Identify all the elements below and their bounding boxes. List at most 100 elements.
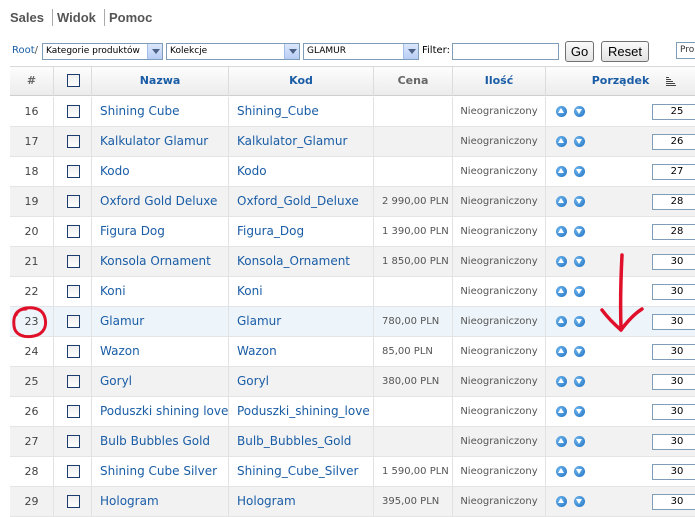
order-input[interactable]: 30 (652, 284, 695, 300)
order-input[interactable]: 26 (652, 134, 695, 150)
product-name-link[interactable]: Poduszki shining love (92, 397, 229, 426)
table-row[interactable]: 17 Kalkulator Glamur Kalkulator_Glamur Nieo… (10, 127, 695, 157)
product-name-link[interactable]: Oxford Gold Deluxe (92, 187, 229, 216)
order-input[interactable]: 27 (652, 164, 695, 180)
order-input[interactable]: 28 (652, 194, 695, 210)
product-name-link[interactable]: Bulb Bubbles Gold (92, 427, 229, 456)
table-row[interactable]: 21 Konsola Ornament Konsola_Ornament 1 850,… (10, 247, 695, 277)
filter-input[interactable] (452, 43, 559, 60)
product-code-link[interactable]: Goryl (229, 367, 374, 396)
row-checkbox[interactable] (67, 105, 80, 118)
select-all-checkbox[interactable] (67, 74, 80, 87)
product-name-link[interactable]: Koni (92, 277, 229, 306)
row-checkbox[interactable] (67, 225, 80, 238)
product-name-link[interactable]: Figura Dog (92, 217, 229, 246)
product-name-link[interactable]: Glamur (92, 307, 229, 336)
table-row[interactable]: 23 Glamur Glamur 780,00 PLN Nieograniczony 30 (10, 307, 695, 337)
product-code-link[interactable]: Glamur (229, 307, 374, 336)
chevron-down-icon[interactable] (403, 44, 418, 59)
arrow-up-circle-icon[interactable] (556, 226, 567, 237)
product-name-link[interactable]: Hologram (92, 487, 229, 516)
arrow-up-circle-icon[interactable] (556, 106, 567, 117)
header-quantity[interactable]: Ilość (453, 67, 546, 96)
table-row[interactable]: 24 Wazon Wazon 85,00 PLN Nieograniczony 30 (10, 337, 695, 367)
menu-pomoc[interactable]: Pomoc (109, 10, 152, 25)
order-input[interactable]: 30 (652, 314, 695, 330)
order-input[interactable]: 25 (652, 104, 695, 120)
product-name-link[interactable]: Kodo (92, 157, 229, 186)
product-code-link[interactable]: Hologram (229, 487, 374, 516)
table-row[interactable]: 20 Figura Dog Figura_Dog 1 390,00 PLN Nieogr… (10, 217, 695, 247)
arrow-up-circle-icon[interactable] (556, 466, 567, 477)
product-code-link[interactable]: Figura_Dog (229, 217, 374, 246)
row-checkbox[interactable] (67, 195, 80, 208)
row-checkbox[interactable] (67, 315, 80, 328)
arrow-down-circle-icon[interactable] (574, 166, 585, 177)
arrow-down-circle-icon[interactable] (574, 376, 585, 387)
header-code[interactable]: Kod (229, 67, 374, 96)
product-code-link[interactable]: Bulb_Bubbles_Gold (229, 427, 374, 456)
product-code-link[interactable]: Kalkulator_Glamur (229, 127, 374, 156)
root-breadcrumb[interactable]: Root/ (12, 45, 38, 56)
header-name[interactable]: Nazwa (92, 67, 229, 96)
go-button[interactable]: Go (565, 41, 594, 62)
arrow-down-circle-icon[interactable] (574, 286, 585, 297)
product-name-link[interactable]: Kalkulator Glamur (92, 127, 229, 156)
row-checkbox[interactable] (67, 495, 80, 508)
arrow-up-circle-icon[interactable] (556, 136, 567, 147)
arrow-up-circle-icon[interactable] (556, 406, 567, 417)
sort-lines-icon[interactable] (666, 77, 676, 86)
order-input[interactable]: 30 (652, 494, 695, 510)
arrow-up-circle-icon[interactable] (556, 346, 567, 357)
order-input[interactable]: 30 (652, 254, 695, 270)
arrow-down-circle-icon[interactable] (574, 406, 585, 417)
product-code-link[interactable]: Shining_Cube_Silver (229, 457, 374, 486)
row-checkbox[interactable] (67, 375, 80, 388)
product-code-link[interactable]: Shining_Cube (229, 97, 374, 126)
product-select[interactable]: Pro (676, 42, 695, 59)
table-row[interactable]: 16 Shining Cube Shining_Cube Nieograniczony… (10, 97, 695, 127)
menu-widok[interactable]: Widok (57, 10, 96, 25)
arrow-down-circle-icon[interactable] (574, 106, 585, 117)
product-name-link[interactable]: Shining Cube Silver (92, 457, 229, 486)
arrow-down-circle-icon[interactable] (574, 496, 585, 507)
table-row[interactable]: 25 Goryl Goryl 380,00 PLN Nieograniczony 30 (10, 367, 695, 397)
product-name-link[interactable]: Konsola Ornament (92, 247, 229, 276)
arrow-down-circle-icon[interactable] (574, 256, 585, 267)
order-input[interactable]: 30 (652, 464, 695, 480)
arrow-up-circle-icon[interactable] (556, 286, 567, 297)
order-input[interactable]: 30 (652, 374, 695, 390)
arrow-up-circle-icon[interactable] (556, 376, 567, 387)
table-row[interactable]: 19 Oxford Gold Deluxe Oxford_Gold_Deluxe 2 … (10, 187, 695, 217)
table-row[interactable]: 22 Koni Koni Nieograniczony 30 (10, 277, 695, 307)
table-row[interactable]: 27 Bulb Bubbles Gold Bulb_Bubbles_Gold Nieo… (10, 427, 695, 457)
product-name-link[interactable]: Wazon (92, 337, 229, 366)
arrow-up-circle-icon[interactable] (556, 316, 567, 327)
table-row[interactable]: 29 Hologram Hologram 395,00 PLN Nieograniczo… (10, 487, 695, 517)
row-checkbox[interactable] (67, 405, 80, 418)
collection-select[interactable]: Kolekcje (166, 43, 300, 60)
product-name-link[interactable]: Shining Cube (92, 97, 229, 126)
table-row[interactable]: 26 Poduszki shining love Poduszki_shining_… (10, 397, 695, 427)
menu-sales[interactable]: Sales (10, 10, 44, 25)
arrow-up-circle-icon[interactable] (556, 166, 567, 177)
table-row[interactable]: 18 Kodo Kodo Nieograniczony 27 (10, 157, 695, 187)
arrow-down-circle-icon[interactable] (574, 466, 585, 477)
header-id[interactable]: # (10, 67, 54, 96)
row-checkbox[interactable] (67, 135, 80, 148)
product-code-link[interactable]: Koni (229, 277, 374, 306)
product-code-link[interactable]: Konsola_Ornament (229, 247, 374, 276)
category-select[interactable]: Kategorie produktów (42, 43, 163, 60)
product-name-link[interactable]: Goryl (92, 367, 229, 396)
product-code-link[interactable]: Oxford_Gold_Deluxe (229, 187, 374, 216)
row-checkbox[interactable] (67, 165, 80, 178)
row-checkbox[interactable] (67, 435, 80, 448)
row-checkbox[interactable] (67, 465, 80, 478)
table-row[interactable]: 28 Shining Cube Silver Shining_Cube_Silver… (10, 457, 695, 487)
row-checkbox[interactable] (67, 285, 80, 298)
order-input[interactable]: 30 (652, 344, 695, 360)
arrow-up-circle-icon[interactable] (556, 436, 567, 447)
order-input[interactable]: 30 (652, 434, 695, 450)
product-code-link[interactable]: Kodo (229, 157, 374, 186)
collection-value-select[interactable]: GLAMUR (303, 43, 419, 60)
